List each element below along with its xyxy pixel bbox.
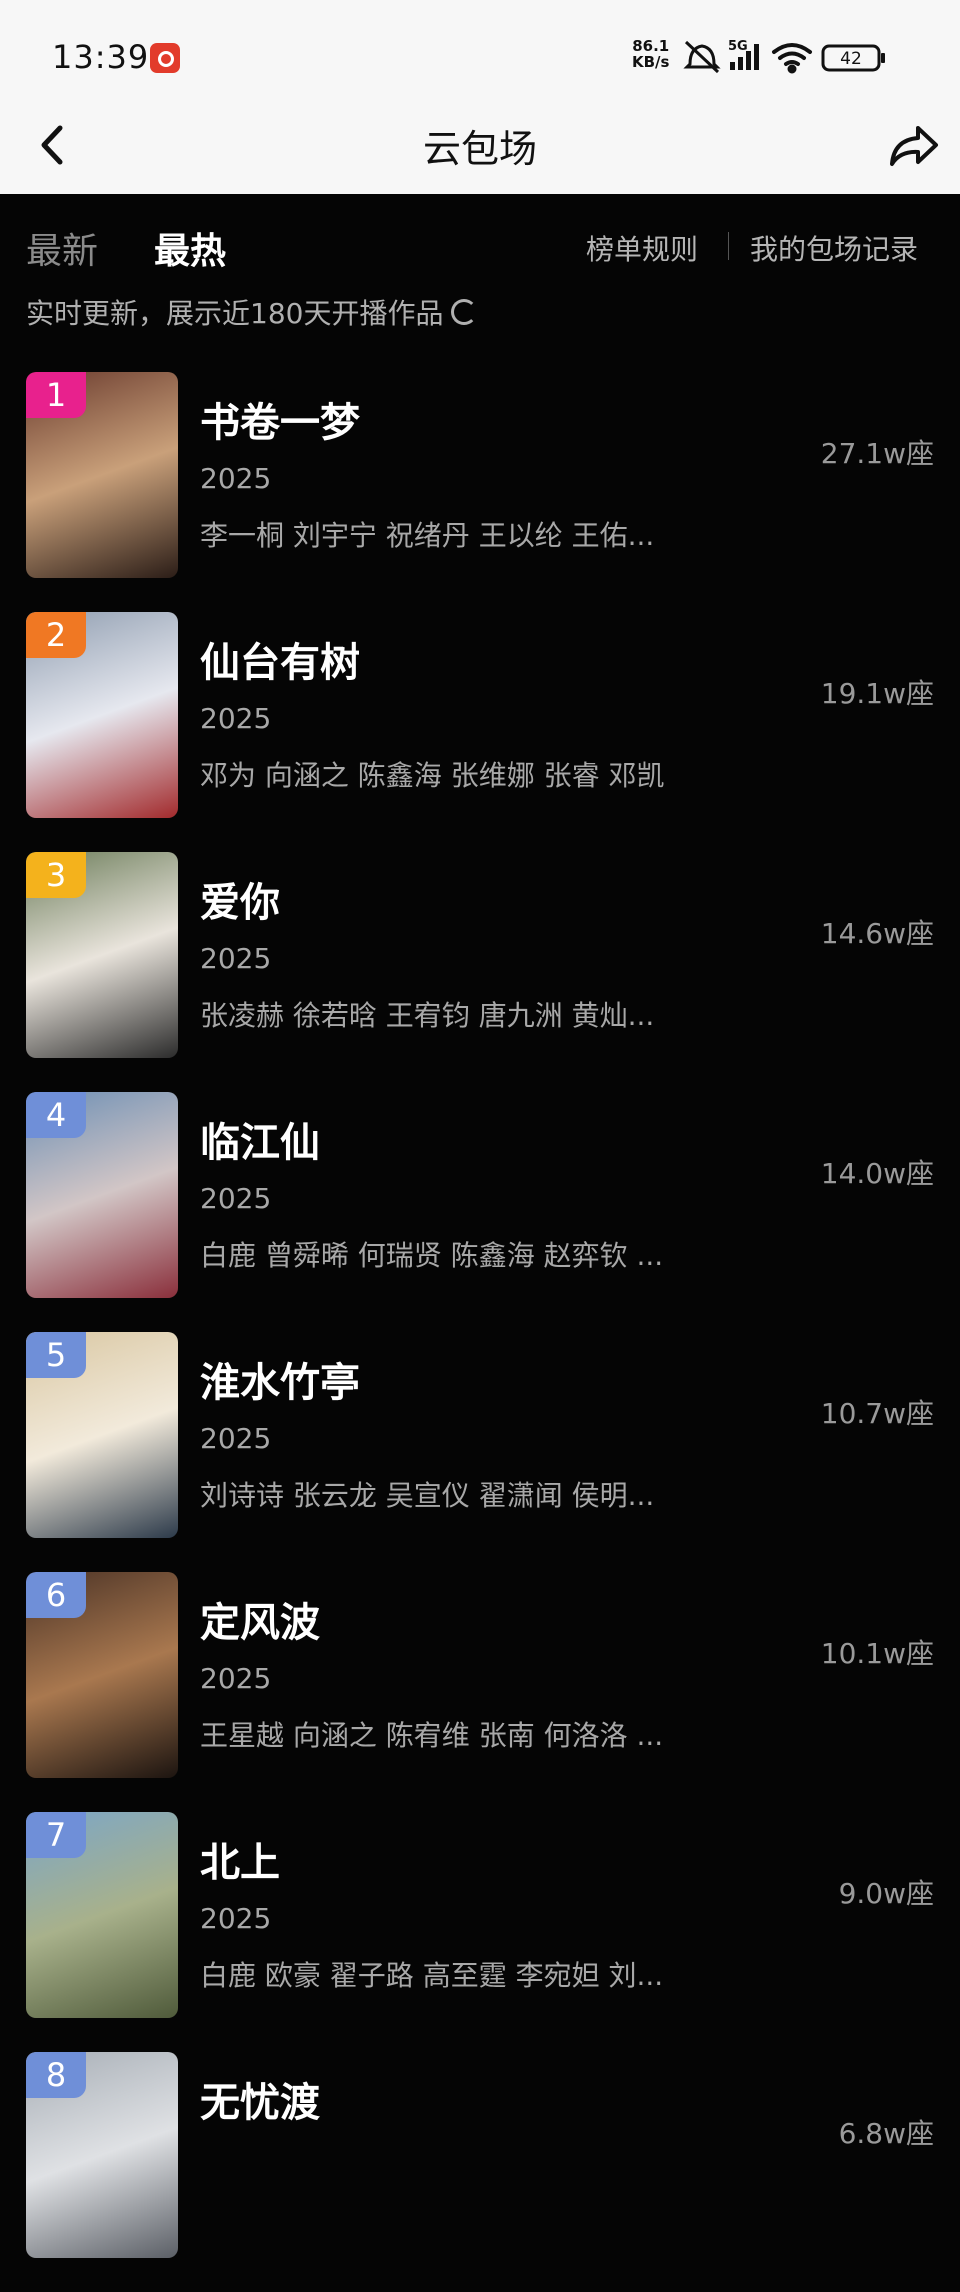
poster-image[interactable]: 8 (26, 2052, 178, 2258)
drama-year: 2025 (200, 462, 272, 495)
seat-count: 9.0w座 (838, 1877, 934, 1910)
status-bar: 13:39 86.1 KB/s 5G 42 (0, 0, 960, 100)
seat-count: 10.7w座 (820, 1397, 934, 1430)
drama-cast: 李一桐 刘宇宁 祝绪丹 王以纶 王佑... (200, 519, 655, 552)
drama-title: 淮水竹亭 (200, 1360, 360, 1406)
ranking-list: 1 书卷一梦 2025 李一桐 刘宇宁 祝绪丹 王以纶 王佑... 27.1w座 2 仙台有… (0, 372, 960, 2292)
tab-latest[interactable]: 最新 (26, 222, 98, 274)
battery-icon: 42 (821, 44, 885, 72)
wifi-icon (772, 43, 812, 74)
drama-title: 仙台有树 (200, 640, 360, 686)
drama-cast: 邓为 向涵之 陈鑫海 张维娜 张睿 邓凯 (200, 759, 665, 792)
nav-header: 云包场 (0, 100, 960, 194)
rank-badge: 4 (26, 1092, 86, 1138)
page-title: 云包场 (422, 127, 537, 171)
drama-cast: 白鹿 欧豪 翟子路 高至霆 李宛妲 刘... (200, 1959, 664, 1992)
drama-year: 2025 (200, 1182, 272, 1215)
poster-image[interactable]: 2 (26, 612, 178, 818)
list-item[interactable]: 6 定风波 2025 王星越 向涵之 陈宥维 张南 何洛洛 ... 10.1w座 (0, 1572, 960, 1812)
rank-badge: 3 (26, 852, 86, 898)
poster-image[interactable]: 3 (26, 852, 178, 1058)
drama-cast: 白鹿 曾舜晞 何瑞贤 陈鑫海 赵弈钦 ... (200, 1239, 664, 1272)
poster-image[interactable]: 6 (26, 1572, 178, 1778)
network-type-label: 5G (728, 39, 748, 54)
rank-badge: 6 (26, 1572, 86, 1618)
poster-image[interactable]: 5 (26, 1332, 178, 1538)
seat-count: 14.6w座 (820, 917, 934, 950)
list-item[interactable]: 2 仙台有树 2025 邓为 向涵之 陈鑫海 张维娜 张睿 邓凯 19.1w座 (0, 612, 960, 852)
drama-title: 北上 (200, 1840, 280, 1886)
list-item[interactable]: 1 书卷一梦 2025 李一桐 刘宇宁 祝绪丹 王以纶 王佑... 27.1w座 (0, 372, 960, 612)
drama-title: 临江仙 (200, 1120, 320, 1166)
drama-title: 爱你 (200, 880, 280, 926)
status-time: 13:39 (52, 38, 150, 76)
network-speed: 86.1 KB/s (632, 37, 670, 71)
divider (728, 232, 729, 260)
seat-count: 27.1w座 (820, 437, 934, 470)
rank-badge: 8 (26, 2052, 86, 2098)
rank-badge: 2 (26, 612, 86, 658)
battery-level: 42 (840, 49, 862, 69)
ranking-rules-link[interactable]: 榜单规则 (586, 228, 698, 268)
drama-year: 2025 (200, 1902, 272, 1935)
seat-count: 6.8w座 (838, 2117, 934, 2150)
list-item[interactable]: 8 无忧渡 6.8w座 (0, 2052, 960, 2292)
tab-bar: 最新 最热 榜单规则 我的包场记录 (0, 194, 960, 294)
rank-badge: 7 (26, 1812, 86, 1858)
drama-year: 2025 (200, 942, 272, 975)
drama-cast: 刘诗诗 张云龙 吴宣仪 翟潇闻 侯明... (200, 1479, 655, 1512)
drama-year: 2025 (200, 702, 272, 735)
list-item[interactable]: 5 淮水竹亭 2025 刘诗诗 张云龙 吴宣仪 翟潇闻 侯明... 10.7w座 (0, 1332, 960, 1572)
drama-title: 定风波 (200, 1600, 320, 1646)
list-item[interactable]: 4 临江仙 2025 白鹿 曾舜晞 何瑞贤 陈鑫海 赵弈钦 ... 14.0w座 (0, 1092, 960, 1332)
list-item[interactable]: 3 爱你 2025 张凌赫 徐若晗 王宥钧 唐九洲 黄灿... 14.6w座 (0, 852, 960, 1092)
rank-badge: 1 (26, 372, 86, 418)
seat-count: 14.0w座 (820, 1157, 934, 1190)
poster-image[interactable]: 7 (26, 1812, 178, 2018)
seat-count: 19.1w座 (820, 677, 934, 710)
drama-year: 2025 (200, 1422, 272, 1455)
list-item[interactable]: 7 北上 2025 白鹿 欧豪 翟子路 高至霆 李宛妲 刘... 9.0w座 (0, 1812, 960, 2052)
poster-image[interactable]: 4 (26, 1092, 178, 1298)
rank-badge: 5 (26, 1332, 86, 1378)
update-notice: 实时更新，展示近180天开播作品 (26, 292, 478, 332)
drama-year: 2025 (200, 1662, 272, 1695)
poster-image[interactable]: 1 (26, 372, 178, 578)
my-records-link[interactable]: 我的包场记录 (750, 228, 918, 268)
tab-hottest[interactable]: 最热 (154, 222, 226, 274)
drama-cast: 张凌赫 徐若晗 王宥钧 唐九洲 黄灿... (200, 999, 655, 1032)
drama-title: 无忧渡 (200, 2080, 320, 2126)
drama-cast: 王星越 向涵之 陈宥维 张南 何洛洛 ... (200, 1719, 664, 1752)
status-icons: 5G 42 (683, 39, 885, 74)
share-icon[interactable] (886, 118, 942, 174)
netease-music-icon (150, 43, 180, 73)
drama-title: 书卷一梦 (200, 400, 360, 446)
mute-icon (683, 40, 721, 74)
seat-count: 10.1w座 (820, 1637, 934, 1670)
refresh-icon[interactable] (451, 299, 478, 325)
